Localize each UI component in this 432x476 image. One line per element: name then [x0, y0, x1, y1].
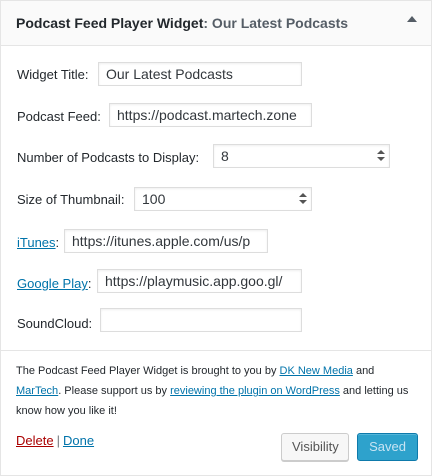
- soundcloud-label: SoundCloud:: [17, 316, 93, 331]
- divider: [1, 350, 431, 351]
- visibility-button[interactable]: Visibility: [281, 433, 349, 461]
- google-play-link[interactable]: Google Play: [17, 276, 88, 291]
- done-link[interactable]: Done: [63, 433, 94, 448]
- num-podcasts-value: 8: [221, 148, 229, 164]
- stepper-arrows-icon[interactable]: [377, 150, 385, 162]
- widget-name: Podcast Feed Player Widget: [16, 15, 204, 31]
- podcast-feed-label: Podcast Feed:: [17, 109, 101, 124]
- notice-text-2: and: [352, 365, 375, 377]
- notice-text-1: The Podcast Feed Player Widget is brough…: [16, 365, 280, 377]
- google-play-colon: :: [87, 276, 92, 291]
- widget-title-label: Widget Title:: [17, 67, 89, 82]
- num-podcasts-label: Number of Podcasts to Display:: [17, 150, 200, 165]
- itunes-label-wrap: iTunes:: [17, 235, 59, 251]
- thumb-size-value: 100: [142, 191, 166, 207]
- google-play-label-wrap: Google Play:: [17, 276, 91, 292]
- google-play-input[interactable]: https://playmusic.app.goo.gl/: [97, 269, 302, 293]
- support-notice: The Podcast Feed Player Widget is brough…: [16, 361, 416, 421]
- soundcloud-input[interactable]: [100, 308, 302, 332]
- itunes-colon: :: [55, 235, 60, 250]
- widget-instance-title: : Our Latest Podcasts: [203, 15, 349, 31]
- stepper-arrows-icon[interactable]: [299, 193, 307, 205]
- thumb-size-label: Size of Thumbnail:: [17, 192, 125, 207]
- itunes-link[interactable]: iTunes: [17, 235, 56, 250]
- widget-title-input[interactable]: Our Latest Podcasts: [98, 62, 302, 86]
- delete-link[interactable]: Delete: [16, 433, 54, 448]
- martech-link[interactable]: MarTech: [16, 385, 58, 397]
- widget-header[interactable]: Podcast Feed Player Widget: Our Latest P…: [1, 1, 431, 46]
- action-separator: |: [56, 433, 60, 448]
- itunes-input[interactable]: https://itunes.apple.com/us/p: [64, 229, 268, 253]
- dk-new-media-link[interactable]: DK New Media: [280, 365, 353, 377]
- thumb-size-stepper[interactable]: 100: [134, 187, 312, 211]
- widget-panel: Podcast Feed Player Widget: Our Latest P…: [0, 0, 432, 476]
- saved-button[interactable]: Saved: [357, 433, 418, 461]
- widget-control-actions: Delete | Done: [16, 433, 94, 448]
- review-plugin-link[interactable]: reviewing the plugin on WordPress: [170, 385, 340, 397]
- notice-text-3: . Please support us by: [58, 385, 171, 397]
- widget-title: Podcast Feed Player Widget: Our Latest P…: [16, 15, 348, 31]
- collapse-arrow-icon[interactable]: [407, 16, 417, 22]
- podcast-feed-input[interactable]: https://podcast.martech.zone: [109, 103, 312, 127]
- num-podcasts-stepper[interactable]: 8: [213, 144, 390, 168]
